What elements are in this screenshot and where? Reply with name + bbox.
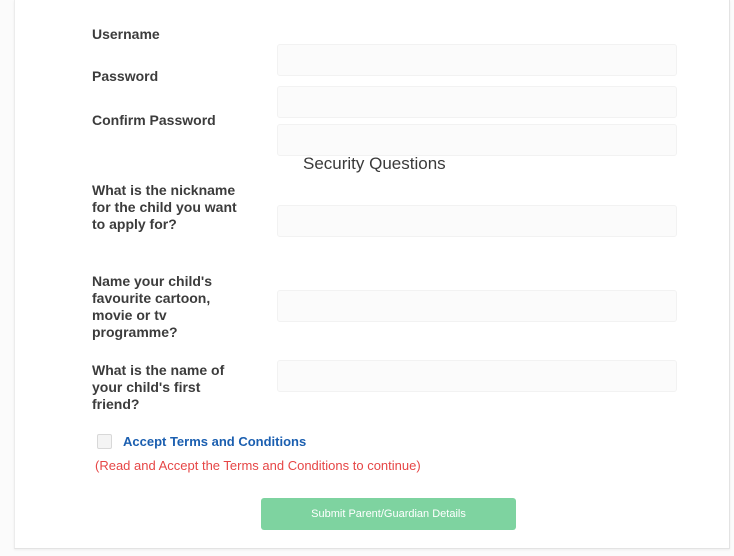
submit-parent-details-button[interactable]: Submit Parent/Guardian Details — [261, 498, 516, 530]
terms-warning-text: (Read and Accept the Terms and Condition… — [95, 458, 421, 473]
terms-row: Accept Terms and Conditions — [97, 434, 306, 449]
security-question-3-label: What is the name of your child's first f… — [92, 362, 225, 412]
username-input[interactable] — [277, 44, 677, 76]
confirm-password-input[interactable] — [277, 124, 677, 156]
username-label: Username — [92, 26, 160, 42]
password-label: Password — [92, 68, 159, 84]
security-answer-2-input[interactable] — [277, 290, 677, 322]
password-input[interactable] — [277, 86, 677, 118]
accept-terms-checkbox[interactable] — [97, 434, 112, 449]
accept-terms-link[interactable]: Accept Terms and Conditions — [123, 434, 306, 449]
security-answer-1-input[interactable] — [277, 205, 677, 237]
confirm-password-label: Confirm Password — [92, 112, 216, 128]
security-question-1-label: What is the nickname for the child you w… — [92, 182, 237, 232]
security-answer-3-input[interactable] — [277, 360, 677, 392]
security-question-2-label: Name your child's favourite cartoon, mov… — [92, 273, 213, 340]
registration-panel: Username Password Confirm Password Secur… — [14, 0, 730, 549]
security-questions-title: Security Questions — [303, 154, 446, 173]
